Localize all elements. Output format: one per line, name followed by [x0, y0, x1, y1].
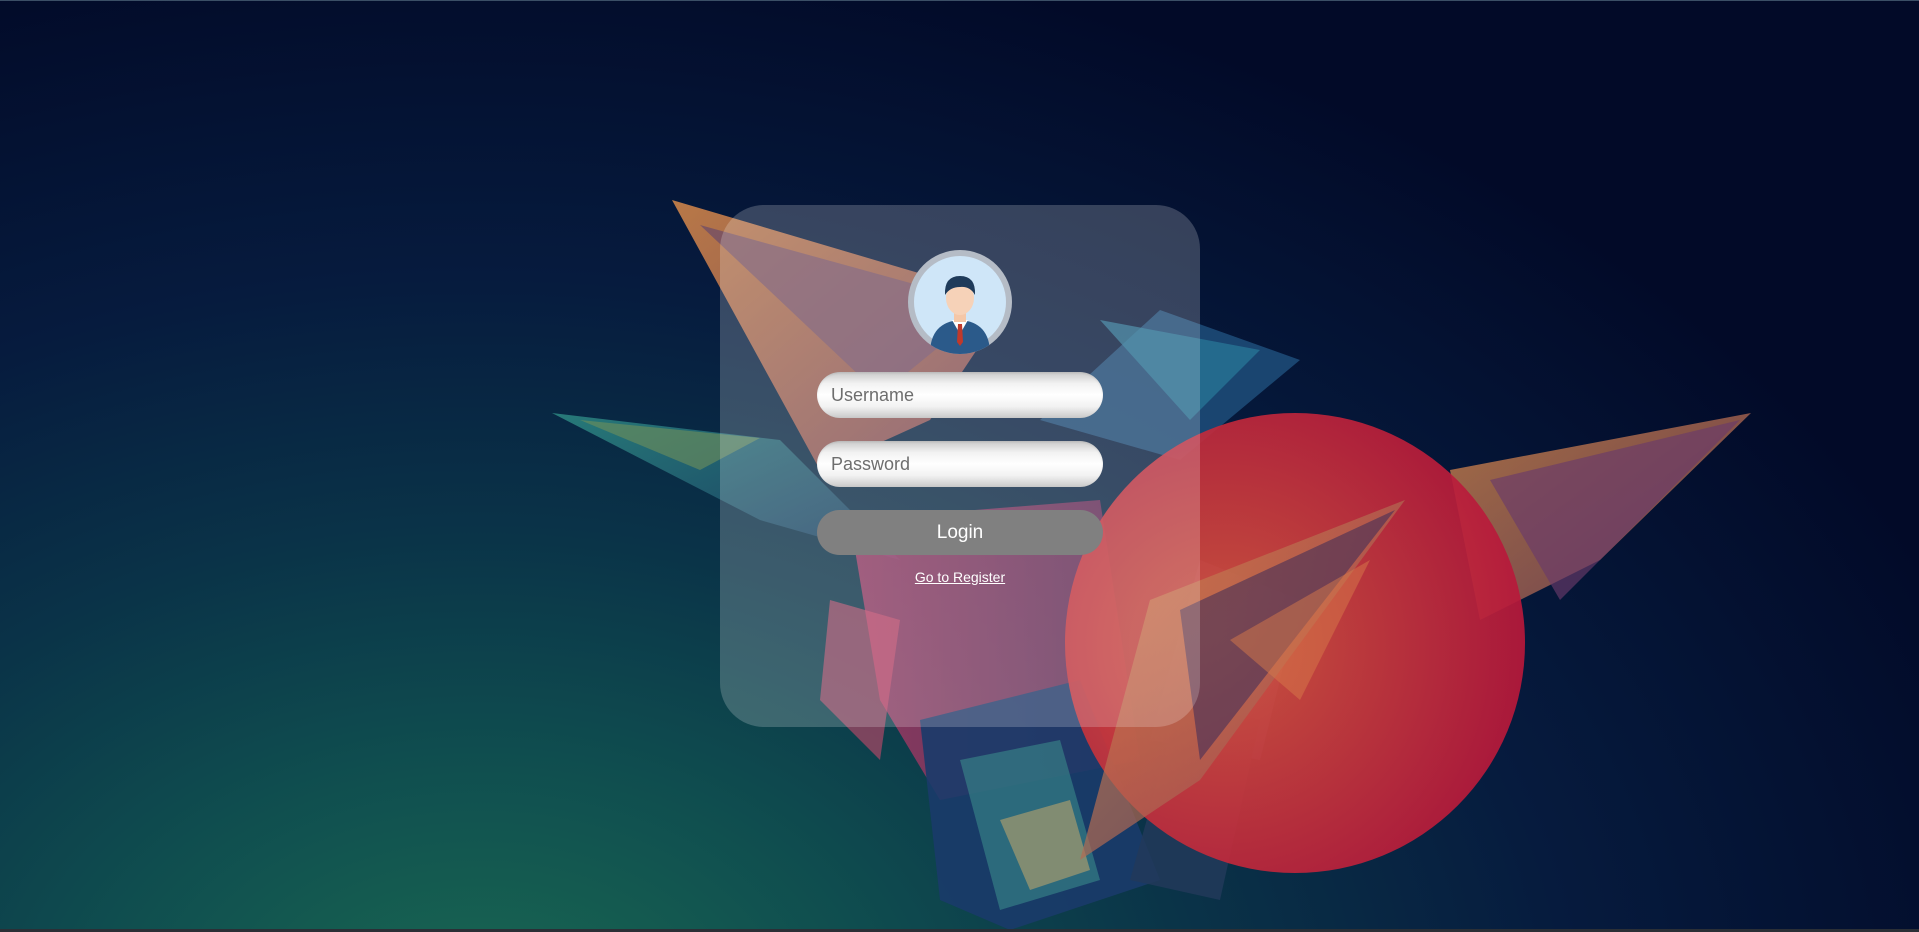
login-button[interactable]: Login — [817, 510, 1103, 555]
register-link[interactable]: Go to Register — [720, 569, 1200, 585]
user-avatar-icon — [908, 250, 1012, 354]
login-card: Login Go to Register — [720, 205, 1200, 727]
username-input[interactable] — [817, 372, 1103, 418]
password-input[interactable] — [817, 441, 1103, 487]
top-border — [0, 0, 1919, 1]
